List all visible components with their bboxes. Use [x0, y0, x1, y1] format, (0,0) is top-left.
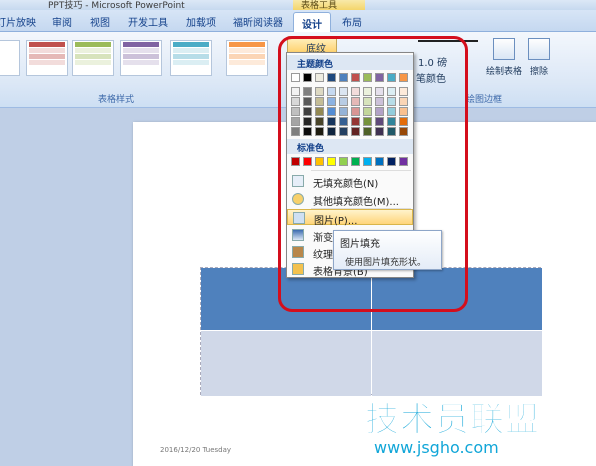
table-style-swatch[interactable]: [170, 40, 212, 76]
eraser-icon: [528, 38, 550, 60]
draw-table-button[interactable]: 绘制表格: [486, 38, 522, 77]
tab-slideshow[interactable]: 灯片放映: [0, 14, 36, 29]
table-body-cell[interactable]: [201, 331, 371, 396]
table-style-swatch[interactable]: [26, 40, 68, 76]
tab-developer[interactable]: 开发工具: [128, 14, 168, 29]
tab-review[interactable]: 审阅: [52, 14, 72, 29]
table-styles-group-label: 表格样式: [98, 95, 135, 105]
watermark-logo-text: 技术员联盟: [365, 400, 540, 441]
tab-view[interactable]: 视图: [90, 14, 110, 29]
table-styles-gallery: [0, 36, 282, 88]
table-style-swatch[interactable]: [120, 40, 162, 76]
watermark-url: www.jsgho.com: [374, 438, 499, 457]
table-body-cell[interactable]: [372, 331, 542, 396]
ribbon-tabs: 灯片放映 审阅 视图 开发工具 加载项 福昕阅读器 设计 布局: [0, 10, 596, 33]
contextual-tab-group: 表格工具: [293, 0, 365, 11]
tab-layout[interactable]: 布局: [342, 14, 362, 29]
red-highlight-annotation: [278, 36, 468, 312]
tab-foxit-reader[interactable]: 福昕阅读器: [233, 14, 283, 29]
eraser-button[interactable]: 擦除: [528, 38, 550, 77]
draw-table-label: 绘制表格: [486, 67, 523, 77]
draw-table-icon: [493, 38, 515, 60]
title-bar: PPT技巧 - Microsoft PowerPoint 表格工具: [0, 0, 596, 11]
table-style-swatch[interactable]: [72, 40, 114, 76]
tab-design[interactable]: 设计: [293, 12, 331, 33]
draw-borders-group-label: 绘图边框: [466, 95, 503, 105]
table-style-swatch[interactable]: [226, 40, 268, 76]
eraser-label: 擦除: [529, 67, 548, 77]
tab-addins[interactable]: 加载项: [186, 14, 216, 29]
table-style-swatch[interactable]: [0, 40, 20, 76]
slide-footer-date: 2016/12/20 Tuesday: [160, 446, 232, 454]
